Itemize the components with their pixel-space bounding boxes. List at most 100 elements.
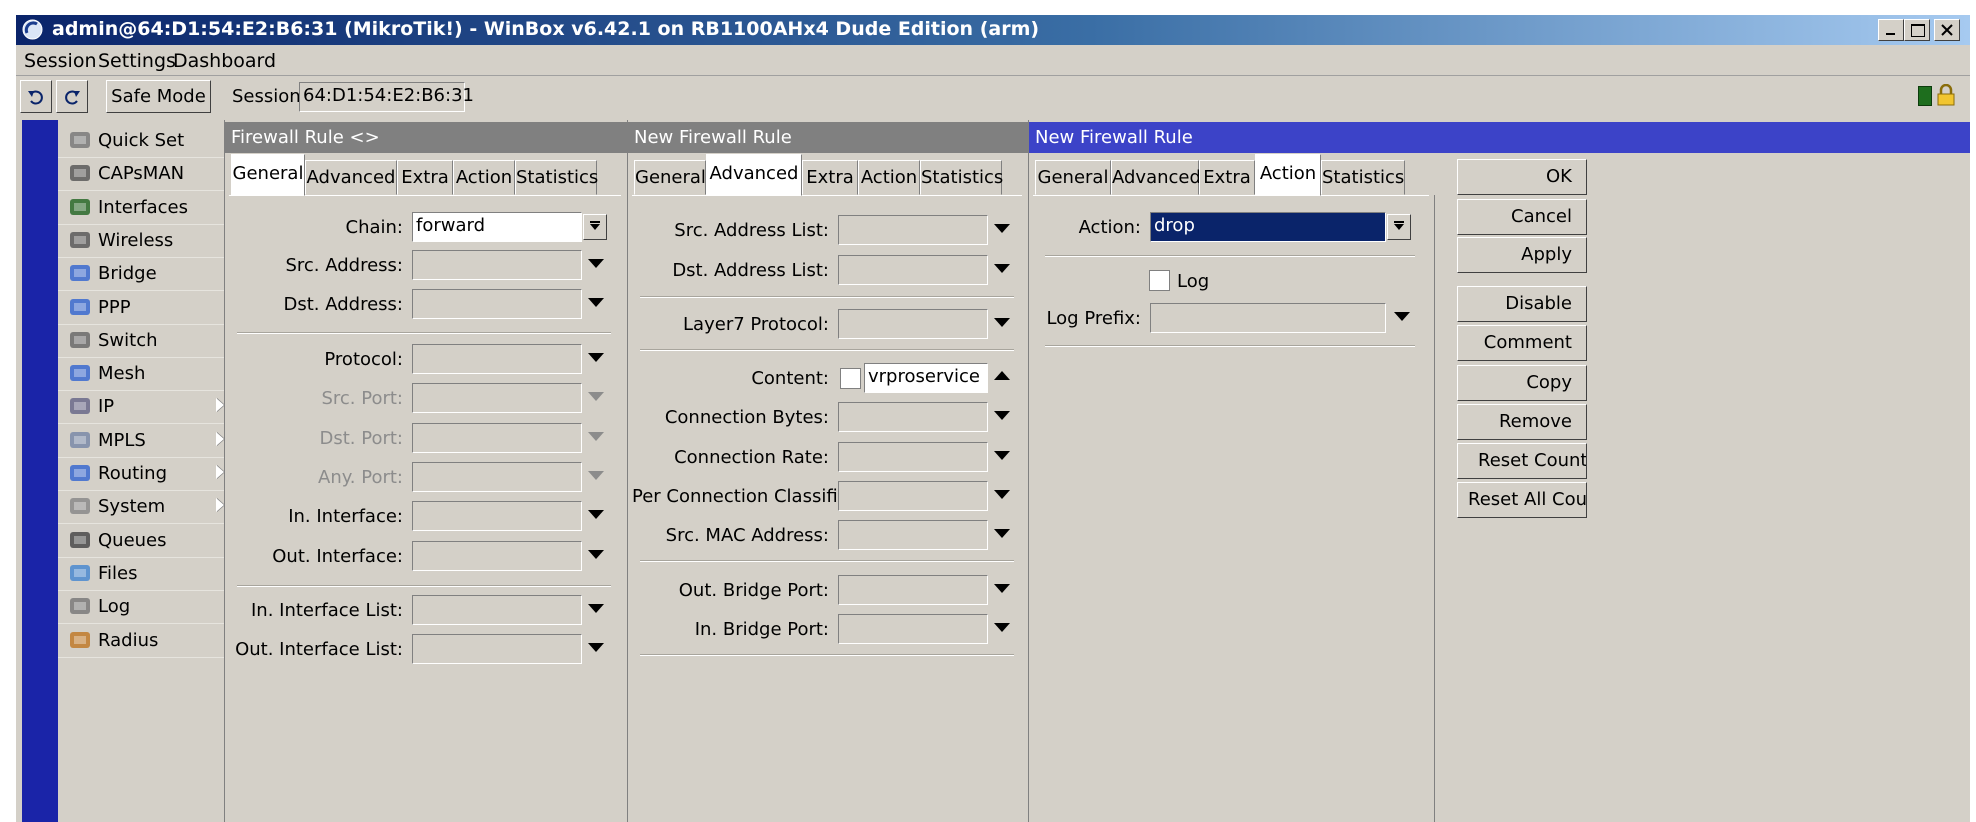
tab-action[interactable]: Action [858,160,920,195]
redo-button[interactable] [56,80,88,113]
sidebar-item-files[interactable]: Files [58,557,238,591]
protocol-dropdown-icon[interactable] [588,353,604,362]
connection-rate-field[interactable] [838,442,988,472]
in-interface-list-field[interactable] [412,595,582,625]
sidebar-item-label: IP [98,396,115,418]
tab-extra[interactable]: Extra [397,160,453,195]
tab-advanced[interactable]: Advanced [305,160,397,195]
layer7-protocol-field[interactable] [838,309,988,339]
connection-rate-dropdown-icon[interactable] [994,451,1010,460]
layer7-protocol-dropdown-icon[interactable] [994,318,1010,327]
sidebar-item-capsman[interactable]: CAPsMAN [58,157,238,192]
out-interface-label: Out. Interface: [272,546,403,567]
protocol-field[interactable] [412,344,582,374]
tab-extra[interactable]: Extra [802,160,858,195]
dst-address-dropdown-icon[interactable] [588,298,604,307]
reset-counters-button[interactable]: Reset Counters [1457,443,1587,479]
menu-session[interactable]: Session [24,50,97,72]
sidebar-item-interfaces[interactable]: Interfaces [58,191,238,225]
sidebar-item-queues[interactable]: Queues [58,524,238,558]
src-address-list-field[interactable] [838,215,988,245]
sidebar-item-system[interactable]: System [58,490,238,525]
out-bridge-port-dropdown-icon[interactable] [994,584,1010,593]
content-field[interactable]: vrproservice [864,363,988,393]
log-checkbox[interactable] [1149,270,1170,291]
tab-body-general: Chain: forward Src. Address: Dst. Addres… [229,195,621,822]
in-interface-list-dropdown-icon[interactable] [588,604,604,613]
menu-settings[interactable]: Settings [98,50,176,72]
any-port-field [412,462,582,492]
src-address-field[interactable] [412,250,582,280]
menu-dashboard[interactable]: Dashboard [173,50,276,72]
log-prefix-dropdown-icon[interactable] [1394,312,1410,321]
copy-button[interactable]: Copy [1457,365,1587,401]
chain-select[interactable]: forward [412,212,582,242]
per-connection-classifier-dropdown-icon[interactable] [994,490,1010,499]
src-mac-address-field[interactable] [838,520,988,550]
maximize-button[interactable] [1904,19,1930,41]
src-address-dropdown-icon[interactable] [588,259,604,268]
in-bridge-port-dropdown-icon[interactable] [994,623,1010,632]
src-mac-address-dropdown-icon[interactable] [994,529,1010,538]
tab-statistics[interactable]: Statistics [515,160,598,195]
sidebar-item-log[interactable]: Log [58,590,238,625]
tab-statistics[interactable]: Statistics [920,160,1003,195]
tab-extra[interactable]: Extra [1199,160,1255,195]
chain-dropdown-button[interactable] [583,214,607,240]
reset-all-counters-button[interactable]: Reset All Counters [1457,482,1587,518]
out-interface-field[interactable] [412,541,582,571]
log-prefix-field[interactable] [1150,303,1386,333]
close-button[interactable] [1934,19,1960,41]
session-field[interactable]: 64:D1:54:E2:B6:31 [299,82,474,112]
minimize-button[interactable] [1878,19,1904,41]
content-negate-checkbox[interactable] [840,368,861,389]
sidebar-item-bridge[interactable]: Bridge [58,257,238,292]
sidebar-item-switch[interactable]: Switch [58,324,238,358]
out-bridge-port-field[interactable] [838,575,988,605]
dst-address-field[interactable] [412,289,582,319]
out-interface-list-dropdown-icon[interactable] [588,643,604,652]
undo-button[interactable] [20,80,52,113]
sidebar-item-routing[interactable]: Routing [58,457,238,491]
sidebar-item-quick-set[interactable]: Quick Set [58,124,238,158]
panel-title-bar[interactable]: New Firewall Rule [1029,122,1970,153]
tab-general[interactable]: General [1035,160,1111,195]
disable-button[interactable]: Disable [1457,286,1587,322]
content-collapse-icon[interactable] [994,371,1010,380]
cancel-button[interactable]: Cancel [1457,199,1587,235]
comment-button[interactable]: Comment [1457,325,1587,361]
tab-advanced[interactable]: Advanced [706,154,802,196]
dst-address-list-field[interactable] [838,255,988,285]
sidebar-item-ppp[interactable]: PPP [58,291,238,325]
out-interface-list-field[interactable] [412,634,582,664]
panel-title-bar[interactable]: New Firewall Rule [628,122,1028,153]
in-interface-dropdown-icon[interactable] [588,510,604,519]
per-connection-classifier-field[interactable] [838,481,988,511]
tab-general[interactable]: General [634,160,706,195]
in-bridge-port-field[interactable] [838,614,988,644]
sidebar-item-radius[interactable]: Radius [58,624,238,658]
connection-bytes-field[interactable] [838,402,988,432]
dst-address-list-dropdown-icon[interactable] [994,264,1010,273]
sidebar-item-mpls[interactable]: MPLS [58,424,238,458]
out-interface-dropdown-icon[interactable] [588,550,604,559]
remove-button[interactable]: Remove [1457,404,1587,440]
panel-title-bar[interactable]: Firewall Rule <> [225,122,627,153]
tab-advanced[interactable]: Advanced [1111,160,1201,195]
sidebar-item-ip[interactable]: IP [58,390,238,425]
in-interface-field[interactable] [412,501,582,531]
tab-action[interactable]: Action [453,160,515,195]
ok-button[interactable]: OK [1457,159,1587,195]
safe-mode-button[interactable]: Safe Mode [106,80,211,113]
apply-button[interactable]: Apply [1457,237,1587,273]
action-dropdown-button[interactable] [1387,214,1411,240]
action-select[interactable]: drop [1150,212,1386,242]
sidebar-item-wireless[interactable]: Wireless [58,224,238,258]
connection-bytes-dropdown-icon[interactable] [994,411,1010,420]
src-address-list-dropdown-icon[interactable] [994,224,1010,233]
tab-action[interactable]: Action [1255,154,1321,196]
tab-statistics[interactable]: Statistics [1321,160,1405,195]
tab-general[interactable]: General [231,154,305,196]
sidebar-item-mesh[interactable]: Mesh [58,357,238,392]
protocol-label: Protocol: [324,349,403,370]
